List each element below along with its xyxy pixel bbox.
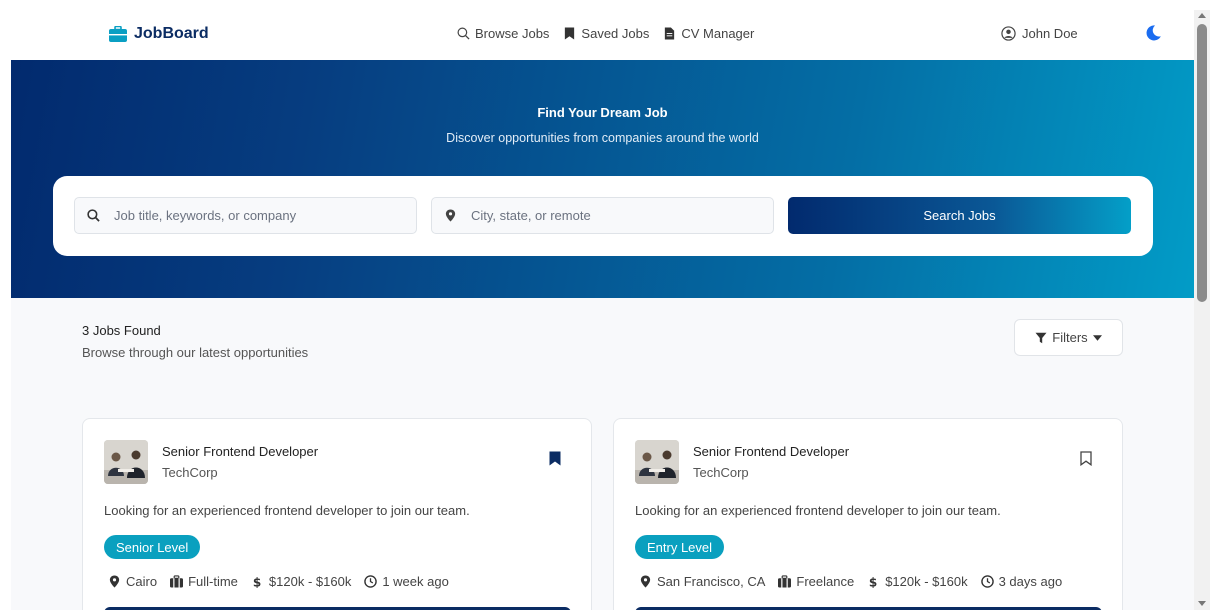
search-icon — [87, 209, 100, 222]
nav-browse-jobs-label: Browse Jobs — [475, 26, 550, 41]
job-salary: $ $120k - $160k — [867, 574, 968, 589]
job-meta: Cairo Full-time $ $120k - $160k 1 week a… — [108, 574, 449, 589]
location-search-input[interactable] — [471, 208, 751, 223]
window-frame-top — [0, 0, 1210, 10]
location-pin-icon — [640, 575, 651, 588]
job-type-text: Full-time — [188, 574, 238, 589]
vertical-scrollbar[interactable] — [1194, 10, 1210, 610]
company-logo — [635, 440, 679, 484]
brand-name: JobBoard — [134, 25, 209, 42]
suitcase-icon — [170, 575, 184, 588]
briefcase-icon — [109, 26, 127, 42]
bookmark-outline-icon[interactable] — [1080, 451, 1092, 466]
job-description: Looking for an experienced frontend deve… — [104, 503, 470, 518]
scroll-up-arrow-icon[interactable] — [1198, 13, 1206, 18]
nav-saved-jobs-label: Saved Jobs — [581, 26, 650, 41]
job-posted: 3 days ago — [980, 574, 1063, 589]
navbar: JobBoard Browse Jobs Saved Jobs CV Manag… — [11, 10, 1194, 60]
user-name: John Doe — [1022, 26, 1078, 41]
nav-browse-jobs[interactable]: Browse Jobs — [457, 26, 549, 41]
nav-links: Browse Jobs Saved Jobs CV Manager — [457, 26, 754, 41]
job-posted-text: 1 week ago — [382, 574, 449, 589]
job-location-text: Cairo — [126, 574, 158, 589]
job-description: Looking for an experienced frontend deve… — [635, 503, 1001, 518]
job-salary-text: $120k - $160k — [268, 574, 352, 589]
suitcase-icon — [778, 575, 792, 588]
job-card[interactable]: Senior Frontend Developer TechCorp Looki… — [82, 418, 592, 610]
company-name: TechCorp — [162, 465, 218, 480]
job-type-text: Freelance — [796, 574, 855, 589]
company-name: TechCorp — [693, 465, 749, 480]
job-posted-text: 3 days ago — [998, 574, 1063, 589]
dollar-icon: $ — [869, 576, 877, 588]
job-type: Full-time — [170, 574, 238, 589]
hero-title: Find Your Dream Job — [537, 105, 668, 120]
hero-subtitle: Discover opportunities from companies ar… — [446, 131, 759, 145]
dollar-icon: $ — [253, 576, 261, 588]
hero-banner: Find Your Dream Job Discover opportuniti… — [11, 60, 1194, 298]
location-search-field[interactable] — [431, 197, 774, 234]
scrollbar-thumb[interactable] — [1197, 24, 1207, 302]
job-posted: 1 week ago — [364, 574, 449, 589]
nav-cv-manager[interactable]: CV Manager — [663, 26, 754, 41]
svg-text:$: $ — [253, 576, 261, 588]
search-card: Search Jobs — [53, 176, 1153, 256]
job-meta: San Francisco, CA Freelance $ $120k - $1… — [639, 574, 1062, 589]
window-frame-left — [0, 0, 11, 610]
job-salary-text: $120k - $160k — [885, 574, 968, 589]
keyword-search-field[interactable] — [74, 197, 417, 234]
location-pin-icon — [445, 209, 456, 222]
search-icon — [457, 27, 470, 40]
job-title[interactable]: Senior Frontend Developer — [693, 444, 849, 459]
caret-down-icon — [1092, 334, 1102, 341]
results-count: 3 Jobs Found — [82, 323, 161, 338]
search-jobs-button[interactable]: Search Jobs — [788, 197, 1131, 234]
filters-button[interactable]: Filters — [1014, 319, 1123, 356]
location-pin-icon — [109, 575, 120, 588]
scroll-down-arrow-icon[interactable] — [1198, 601, 1206, 606]
company-logo — [104, 440, 148, 484]
file-icon — [665, 27, 675, 40]
job-title[interactable]: Senior Frontend Developer — [162, 444, 318, 459]
level-badge: Entry Level — [635, 535, 725, 559]
job-location: San Francisco, CA — [639, 574, 765, 589]
moon-icon[interactable] — [1144, 24, 1162, 42]
page: JobBoard Browse Jobs Saved Jobs CV Manag… — [11, 10, 1194, 610]
filters-label: Filters — [1052, 330, 1088, 345]
job-salary: $ $120k - $160k — [251, 574, 352, 589]
user-circle-icon — [1001, 26, 1016, 41]
clock-icon — [980, 575, 994, 588]
job-type: Freelance — [778, 574, 854, 589]
results-subtitle: Browse through our latest opportunities — [82, 345, 309, 360]
nav-saved-jobs[interactable]: Saved Jobs — [563, 26, 649, 41]
svg-text:$: $ — [869, 576, 877, 588]
job-location: Cairo — [108, 574, 157, 589]
job-location-text: San Francisco, CA — [657, 574, 766, 589]
job-card[interactable]: Senior Frontend Developer TechCorp Looki… — [613, 418, 1123, 610]
brand-logo[interactable]: JobBoard — [109, 25, 209, 43]
nav-cv-manager-label: CV Manager — [681, 26, 755, 41]
filter-icon — [1035, 332, 1047, 343]
bookmark-filled-icon[interactable] — [549, 451, 561, 466]
level-badge: Senior Level — [104, 535, 201, 559]
user-menu[interactable]: John Doe — [1001, 26, 1078, 41]
clock-icon — [364, 575, 378, 588]
keyword-search-input[interactable] — [114, 208, 394, 223]
bookmark-icon — [565, 27, 575, 40]
